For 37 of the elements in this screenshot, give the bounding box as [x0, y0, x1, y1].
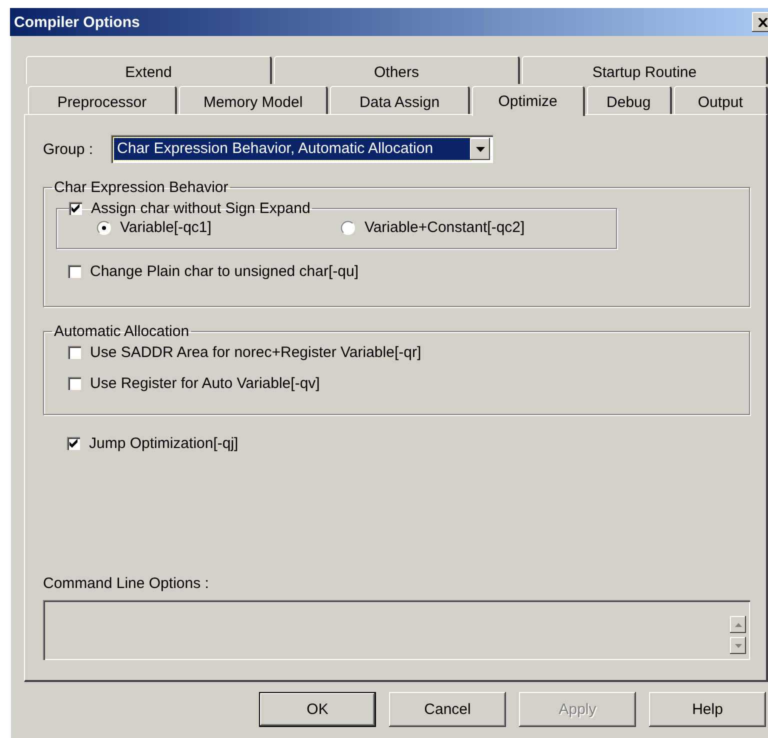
tab[interactable]: Optimize: [472, 86, 585, 116]
close-button[interactable]: [752, 12, 768, 32]
window-title: Compiler Options: [14, 14, 140, 30]
frame-title: Char Expression Behavior: [53, 179, 230, 196]
tab[interactable]: Debug: [586, 86, 672, 114]
group-dropdown[interactable]: Char Expression Behavior, Automatic Allocation: [111, 135, 494, 163]
dialog-button[interactable]: Help: [649, 692, 766, 727]
tab[interactable]: Memory Model: [179, 86, 328, 114]
option-label: Use Register for Auto Variable[-qv]: [90, 375, 320, 392]
tab[interactable]: Data Assign: [330, 86, 470, 114]
command-line-label: Command Line Options :: [43, 575, 210, 592]
checkbox[interactable]: [69, 202, 82, 215]
checkbox[interactable]: [68, 265, 81, 278]
scroll-down-icon[interactable]: [730, 637, 746, 654]
tab[interactable]: Output: [674, 86, 768, 114]
option-label: Change Plain char to unsigned char[-qu]: [90, 263, 359, 280]
command-line-field[interactable]: [43, 600, 750, 660]
option-label: Use SADDR Area for norec+Register Variable[-qr]: [90, 344, 422, 361]
tab[interactable]: Extend: [26, 56, 272, 84]
option-label: Assign char without Sign Expand: [91, 200, 310, 217]
checkbox[interactable]: [67, 437, 80, 450]
option-label: Variable[-qc1]: [120, 219, 212, 236]
option-label: Variable+Constant[-qc2]: [364, 219, 525, 236]
dialog-button[interactable]: Cancel: [389, 692, 506, 727]
option-label: Jump Optimization[-qj]: [89, 435, 238, 452]
tab[interactable]: Preprocessor: [28, 86, 178, 114]
group-label: Group :: [43, 140, 94, 158]
dialog-button[interactable]: OK: [259, 692, 376, 727]
scroll-up-icon[interactable]: [730, 616, 746, 633]
radio-button[interactable]: [97, 220, 111, 234]
tab[interactable]: Startup Routine: [522, 56, 768, 84]
radio-button[interactable]: [341, 220, 356, 234]
checkbox[interactable]: [68, 377, 81, 390]
frame-title: Automatic Allocation: [53, 323, 190, 340]
close-icon: [758, 18, 768, 26]
tab[interactable]: Others: [274, 56, 520, 84]
checkbox[interactable]: [68, 346, 81, 359]
